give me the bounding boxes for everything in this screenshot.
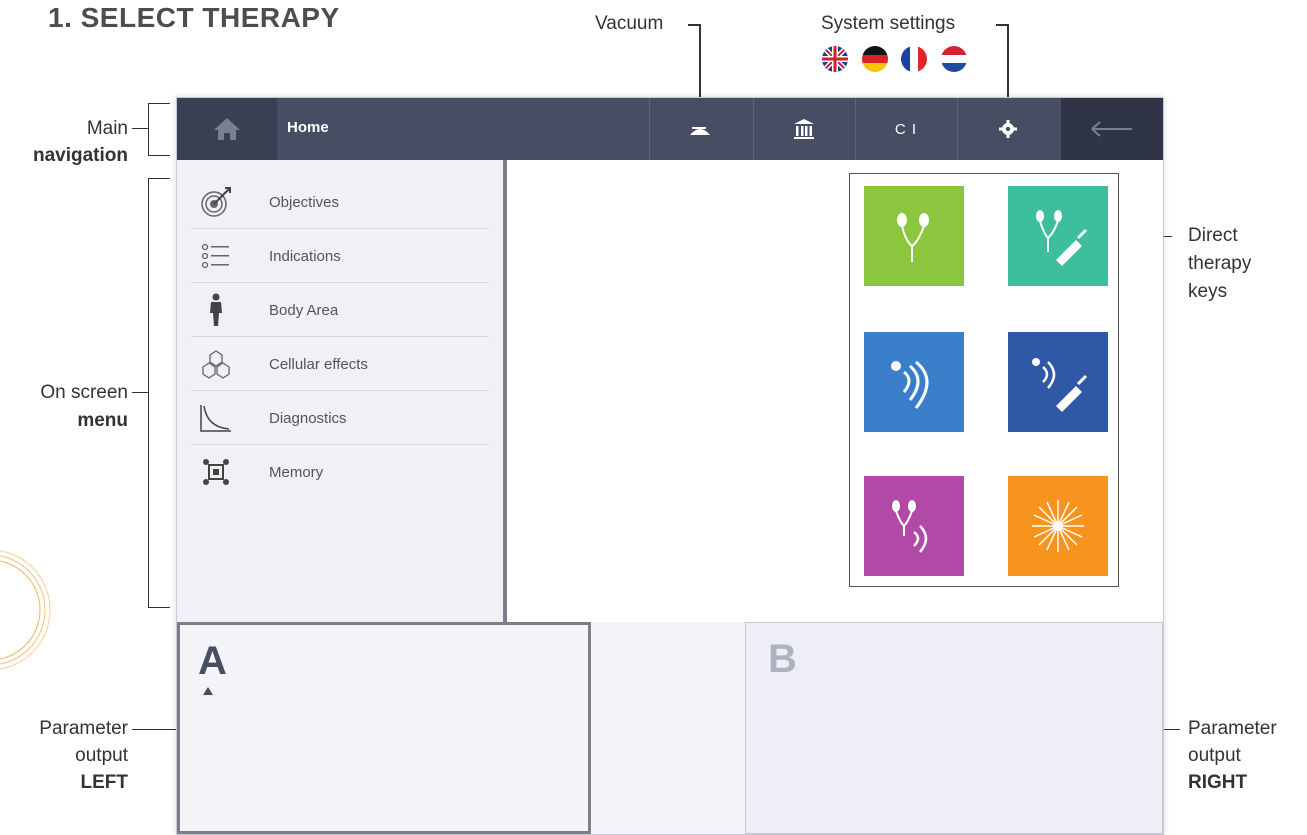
gear-icon — [999, 120, 1017, 138]
callout-system-settings: System settings — [821, 13, 956, 34]
parameter-output-left[interactable]: A — [177, 622, 591, 834]
menu-item-objectives[interactable]: Objectives — [191, 176, 489, 229]
menu-item-label: Objectives — [269, 193, 340, 211]
back-arrow-icon — [1091, 121, 1132, 137]
menu-item-label: Memory — [269, 463, 324, 481]
callout-keys-line1: Direct — [1188, 225, 1238, 246]
channel-a-label: A — [198, 639, 227, 683]
menu-item-cellular-effects[interactable]: Cellular effects — [191, 338, 489, 391]
device-screen: Home C I Objectives Indications Body Are… — [176, 97, 1164, 835]
key-electrotherapy-combination[interactable] — [1008, 186, 1108, 286]
parameter-output-right[interactable]: B — [745, 622, 1163, 834]
menu-item-memory[interactable]: Memory — [191, 446, 489, 498]
electrodes-combo-icon — [1036, 210, 1088, 266]
library-button[interactable] — [753, 98, 854, 160]
menu-item-indications[interactable]: Indications — [191, 230, 489, 283]
uk-flag-icon[interactable] — [822, 46, 848, 72]
ultrasound-combo-icon — [1032, 358, 1088, 412]
memory-icon — [203, 459, 229, 485]
callout-vacuum: Vacuum — [595, 13, 664, 34]
callout-param-right-line3: RIGHT — [1188, 772, 1248, 793]
callout-param-right-line2: output — [1188, 745, 1241, 766]
body-icon — [210, 293, 222, 326]
target-icon — [201, 187, 231, 217]
home-button[interactable] — [177, 98, 277, 160]
list-icon — [201, 243, 229, 269]
callout-main-nav-line1: Main — [86, 118, 128, 139]
menu-item-diagnostics[interactable]: Diagnostics — [191, 392, 489, 445]
back-button[interactable] — [1061, 98, 1163, 160]
menu-item-label: Body Area — [269, 301, 339, 319]
home-icon — [214, 118, 240, 140]
electrodes-icon — [897, 213, 929, 262]
laser-icon — [1032, 500, 1084, 552]
caret-up-icon — [203, 687, 213, 695]
ci-button[interactable]: C I — [855, 98, 956, 160]
key-ultrasound[interactable] — [864, 332, 964, 432]
callout-param-left-line1: Parameter — [39, 718, 128, 739]
netherlands-flag-icon[interactable] — [941, 46, 967, 72]
channel-b-label: B — [768, 637, 797, 681]
callout-keys-line2: therapy — [1188, 253, 1252, 274]
callout-menu-line1: On screen — [40, 382, 128, 403]
germany-flag-icon[interactable] — [862, 46, 888, 72]
callout-param-left-line2: output — [75, 745, 128, 766]
page-title: 1. SELECT THERAPY — [48, 2, 340, 33]
france-flag-icon[interactable] — [901, 46, 927, 72]
on-screen-menu: Objectives Indications Body Area Cellula… — [177, 160, 507, 622]
key-ultrasound-combination[interactable] — [1008, 332, 1108, 432]
callout-param-right-line1: Parameter — [1188, 718, 1277, 739]
direct-therapy-keys — [849, 173, 1119, 587]
menu-item-body-area[interactable]: Body Area — [191, 284, 489, 337]
vacuum-icon — [690, 127, 710, 135]
menu-item-label: Indications — [269, 247, 341, 265]
ultrasound-icon — [891, 360, 929, 409]
menu-item-label: Diagnostics — [269, 409, 347, 427]
key-electrotherapy[interactable] — [864, 186, 964, 286]
curve-icon — [200, 405, 231, 432]
callout-keys-line3: keys — [1188, 281, 1228, 302]
key-electro-ultrasound-combination[interactable] — [864, 476, 964, 576]
callout-menu-line2: menu — [77, 410, 128, 431]
main-navigation: Home C I — [177, 98, 1163, 160]
callout-main-nav-line2: navigation — [32, 145, 128, 166]
decorative-rings — [0, 550, 51, 670]
library-icon — [794, 119, 814, 139]
vacuum-button[interactable] — [649, 98, 750, 160]
key-laser[interactable] — [1008, 476, 1108, 576]
electrodes-ultrasound-icon — [892, 500, 928, 553]
callout-param-left-line3: LEFT — [80, 772, 129, 793]
nav-title: Home — [287, 119, 329, 136]
settings-button[interactable] — [957, 98, 1058, 160]
cells-icon — [202, 350, 230, 379]
menu-item-label: Cellular effects — [269, 355, 368, 373]
